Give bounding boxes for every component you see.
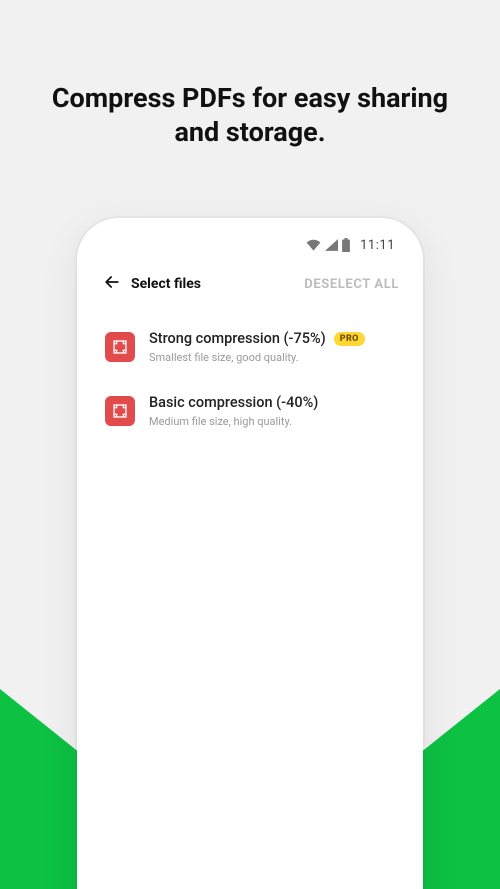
- arrow-left-icon: [102, 272, 122, 296]
- top-bar: Select files DESELECT ALL: [87, 262, 413, 306]
- battery-icon: [342, 238, 350, 252]
- status-bar: 11:11: [87, 228, 413, 262]
- status-clock: 11:11: [360, 238, 395, 253]
- signal-icon: [325, 239, 338, 251]
- pro-badge: PRO: [334, 332, 365, 346]
- option-basic-compression[interactable]: Basic compression (-40%) Medium file siz…: [101, 382, 399, 446]
- back-button[interactable]: [101, 273, 123, 295]
- compress-icon: [105, 396, 135, 426]
- option-title: Strong compression (-75%): [149, 330, 326, 347]
- option-subtitle: Medium file size, high quality.: [149, 415, 395, 428]
- phone-screen: 11:11 Select files DESELECT ALL Strong c…: [87, 228, 413, 889]
- phone-frame: 11:11 Select files DESELECT ALL Strong c…: [77, 218, 423, 889]
- marketing-headline: Compress PDFs for easy sharing and stora…: [0, 82, 500, 150]
- deselect-all-button[interactable]: DESELECT ALL: [304, 277, 399, 292]
- option-subtitle: Smallest file size, good quality.: [149, 351, 395, 364]
- topbar-title: Select files: [131, 276, 201, 292]
- compress-icon: [105, 332, 135, 362]
- option-title: Basic compression (-40%): [149, 394, 318, 411]
- options-list: Strong compression (-75%) PRO Smallest f…: [87, 306, 413, 458]
- wifi-icon: [306, 239, 321, 251]
- option-strong-compression[interactable]: Strong compression (-75%) PRO Smallest f…: [101, 318, 399, 382]
